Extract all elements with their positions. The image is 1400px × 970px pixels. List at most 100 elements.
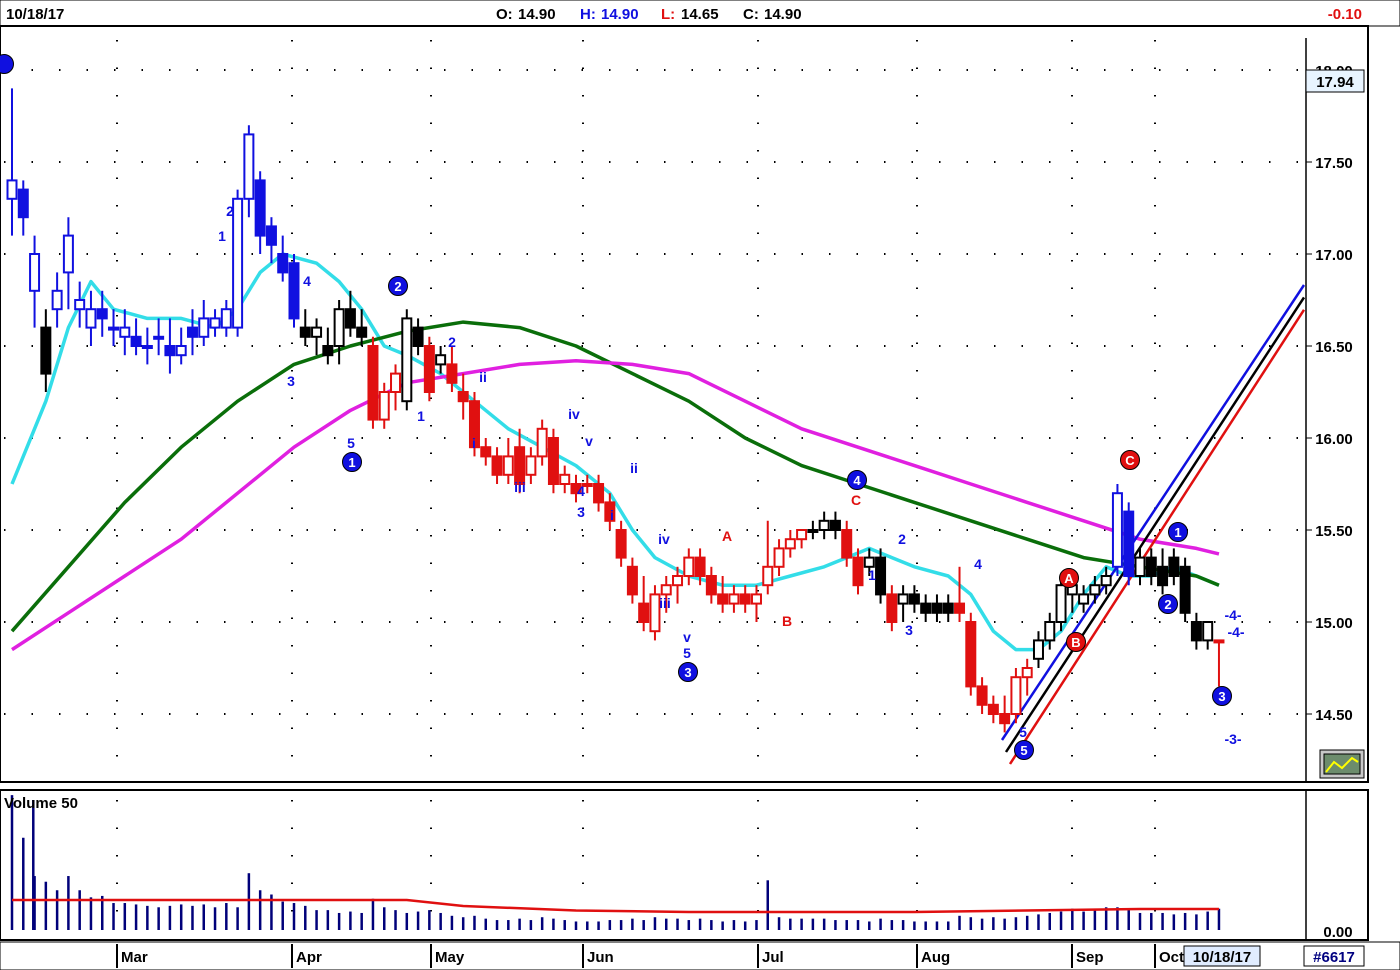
candle-body [705,575,717,596]
wave-circle-label: 1 [1174,525,1181,540]
candle-body [1044,621,1056,642]
wave-circle-label: 4 [853,473,861,488]
candle-body [299,326,311,338]
candle-body [502,455,514,476]
moving-average-line [10,320,1220,633]
candle-body [954,602,966,614]
candle-body [829,519,841,531]
wave-label: iv [568,406,580,422]
candle-body [660,584,672,596]
header-high-value: 14.90 [601,6,639,23]
candle-body [1179,565,1191,614]
wave-label: ii [479,369,487,385]
candle-body [717,593,729,605]
candle-body [435,354,447,366]
candle-body [412,326,424,348]
wave-circle-label: 2 [1164,597,1171,612]
candle-body [457,391,469,403]
header-close-value: 14.90 [764,6,802,23]
candle-body [232,197,244,329]
wave-label: -4- [1224,607,1241,623]
volume-title: Volume 50 [4,795,78,812]
candle-body [773,547,785,568]
header-low-label: L: [661,6,675,23]
candle-body [74,299,86,311]
wave-label: 5 [1019,724,1027,740]
header-open-value: 14.90 [518,6,556,23]
wave-label: -4- [1227,624,1244,640]
wave-circle [0,54,14,74]
candle-body [1202,621,1214,642]
candle-body [536,427,548,458]
candle-body [17,188,29,219]
candle-body [987,703,999,715]
candle-body [638,602,650,623]
wave-label: 4 [577,483,585,499]
candle-body [1213,639,1225,644]
candle-body [51,289,63,311]
candle-body [344,308,356,329]
candle-body [762,565,774,587]
wave-label: 3 [905,622,913,638]
candle-body [875,556,887,596]
candle-body [1111,492,1123,568]
candle-body [525,455,537,476]
candle-body [559,473,571,485]
candle-body [119,326,131,338]
month-label: Jul [762,949,784,966]
wave-circle-label: 5 [1020,743,1027,758]
wave-label: A [722,528,732,544]
wave-label: 2 [226,203,234,219]
candle-body [796,529,808,541]
candle-body [40,326,52,375]
chart-canvas: 10/18/17 O: 14.90 H: 14.90 L: 14.65 C: 1… [0,0,1400,970]
candle-body [367,345,379,421]
month-label: Aug [921,949,950,966]
month-label: Sep [1076,949,1104,966]
candle-body [1032,639,1044,660]
candle-body [1100,575,1112,587]
wave-label: v [683,629,691,645]
month-label: Jun [587,949,614,966]
candle-body [311,326,323,338]
gridlines [4,40,1300,936]
candle-body [807,529,819,533]
candle-body [85,308,97,329]
wave-label: B [782,613,792,629]
price-tick-label: 17.00 [1315,247,1353,264]
wave-circle-label: 3 [1218,689,1225,704]
candle-body [841,529,853,559]
wave-label: ii [630,460,638,476]
candle-body [322,345,334,357]
wave-label: 4 [303,273,311,289]
candle-body [1010,676,1022,716]
wave-label: i [472,435,476,451]
autoscale-icon[interactable] [1319,749,1365,779]
candle-body [965,621,977,688]
wave-circle-label: 1 [348,455,355,470]
candle-body [96,308,108,320]
price-tick-label: 16.50 [1315,339,1353,356]
volume-axis-label: 0.00 [1323,924,1352,941]
wave-label: 5 [347,435,355,451]
wave-label: 3 [287,373,295,389]
candle-body [153,335,165,340]
candle-body [626,565,638,596]
header-date: 10/18/17 [6,6,64,23]
wave-label: -3- [1224,731,1241,747]
candle-body [920,602,932,614]
candle-body [491,455,503,476]
candle-body [942,602,954,614]
candle-body [29,253,41,292]
wave-label: 1 [868,567,876,583]
candle-body [547,437,559,485]
candle-body [784,538,796,550]
candle-body [683,556,695,577]
candle-body [254,179,266,237]
month-label: Apr [296,949,322,966]
candle-body [999,713,1011,725]
symbol-id: #6617 [1313,949,1355,966]
header-open-label: O: [496,6,513,23]
candle-body [615,529,627,559]
candle-body [164,345,176,357]
